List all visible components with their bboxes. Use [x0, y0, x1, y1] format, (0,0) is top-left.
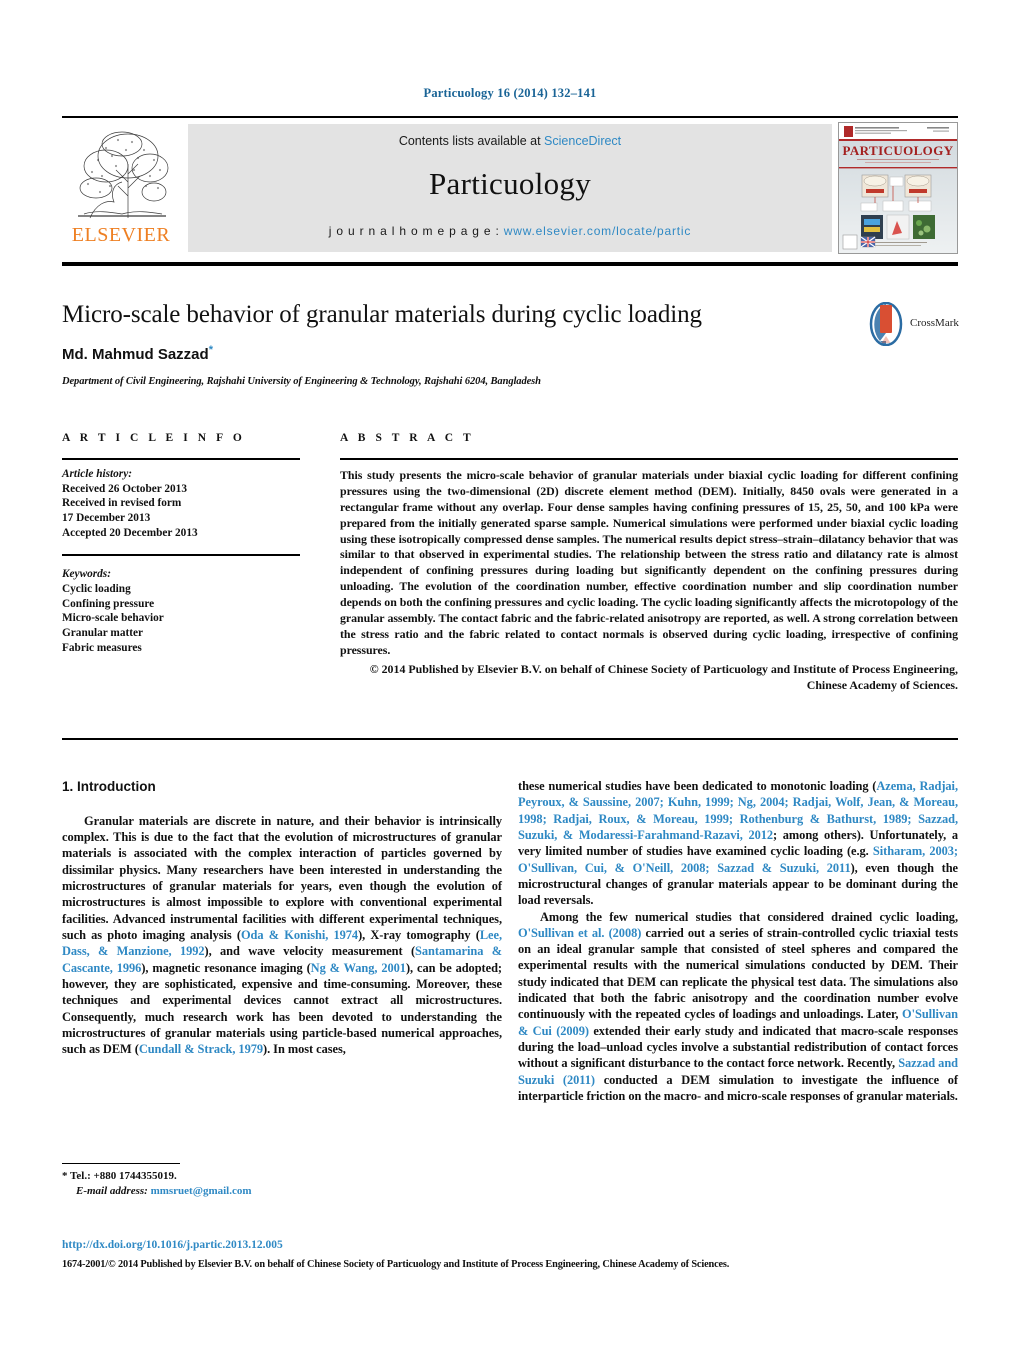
- homepage-url-link[interactable]: www.elsevier.com/locate/partic: [504, 224, 691, 238]
- masthead-top-rule: [62, 116, 958, 118]
- masthead-center-panel: Contents lists available at ScienceDirec…: [188, 124, 832, 252]
- citation-ng-wang[interactable]: Ng & Wang, 2001: [311, 961, 406, 975]
- legal-copyright-line: 1674-2001/© 2014 Published by Elsevier B…: [62, 1259, 730, 1270]
- doi-link[interactable]: http://dx.doi.org/10.1016/j.partic.2013.…: [62, 1239, 283, 1251]
- sciencedirect-link[interactable]: ScienceDirect: [544, 134, 621, 148]
- elsevier-logo: ELSEVIER: [62, 124, 180, 252]
- contents-prefix: Contents lists available at: [398, 134, 545, 148]
- body-column-right: these numerical studies have been dedica…: [518, 778, 958, 1104]
- citation-oda-konishi[interactable]: Oda & Konishi, 1974: [241, 928, 358, 942]
- keywords-block: Keywords: Cyclic loading Confining press…: [62, 567, 300, 655]
- abstract-column: A B S T R A C T This study presents the …: [340, 432, 958, 693]
- footnote-tel: * Tel.: +880 1744355019.: [62, 1170, 177, 1182]
- intro-right-text-a: these numerical studies have been dedica…: [518, 779, 877, 793]
- keyword-item: Micro-scale behavior: [62, 612, 164, 625]
- elsevier-tree-icon: [66, 126, 174, 222]
- footnote-email-label: E-mail address:: [76, 1184, 148, 1197]
- contents-available-line: Contents lists available at ScienceDirec…: [188, 134, 832, 148]
- homepage-prefix: j o u r n a l h o m e p a g e :: [328, 224, 504, 238]
- intro-text-f: ). In most cases,: [263, 1042, 346, 1057]
- abstract-heading: A B S T R A C T: [340, 432, 475, 444]
- article-history-line: 17 December 2013: [62, 512, 151, 525]
- affiliation: Department of Civil Engineering, Rajshah…: [62, 376, 541, 387]
- article-history: Article history: Received 26 October 201…: [62, 467, 300, 540]
- author-name: Md. Mahmud Sazzad*: [62, 344, 958, 363]
- crossmark-icon[interactable]: [866, 301, 906, 347]
- paragraph-intro-right-1: these numerical studies have been dedica…: [518, 778, 958, 909]
- crossmark-label: CrossMark: [910, 317, 959, 329]
- running-head: Particuology 16 (2014) 132–141: [423, 86, 597, 100]
- article-history-label: Article history:: [62, 468, 132, 480]
- footnote-email-row: E-mail address: mmsruet@gmail.com: [62, 1184, 502, 1199]
- keywords-label: Keywords:: [62, 568, 111, 581]
- citation-cundall-strack[interactable]: Cundall & Strack, 1979: [139, 1042, 263, 1056]
- keyword-item: Granular matter: [62, 627, 144, 640]
- article-info-column: A R T I C L E I N F O Article history: R…: [62, 432, 300, 655]
- footnote-block: * Tel.: +880 1744355019. E-mail address:…: [62, 1163, 502, 1199]
- author-label: Md. Mahmud Sazzad: [62, 346, 209, 363]
- article-history-line: Received 26 October 2013: [62, 482, 187, 495]
- intro-right2-text-b: carried out a series of strain-controlle…: [518, 925, 958, 1022]
- elsevier-wordmark: ELSEVIER: [71, 224, 171, 246]
- abstract-bottom-rule: [62, 738, 958, 740]
- title-block: Micro-scale behavior of granular materia…: [62, 300, 959, 387]
- intro-text-d: ), magnetic resonance imaging (: [141, 960, 311, 975]
- journal-name: Particuology: [428, 166, 592, 201]
- keyword-item: Fabric measures: [62, 641, 142, 654]
- article-info-heading: A R T I C L E I N F O: [62, 432, 246, 444]
- crossmark-badge[interactable]: CrossMark: [866, 301, 959, 347]
- abstract-rule: [340, 458, 958, 460]
- keyword-item: Confining pressure: [62, 597, 155, 610]
- body-column-left: 1. Introduction Granular materials are d…: [62, 778, 502, 1057]
- intro-text-b: ), X-ray tomography (: [358, 927, 480, 942]
- paper-page: Particuology 16 (2014) 132–141 ELSEVIER …: [0, 0, 1020, 1351]
- journal-homepage-line: j o u r n a l h o m e p a g e : www.else…: [188, 224, 832, 238]
- paragraph-intro-left: Granular materials are discrete in natur…: [62, 813, 502, 1058]
- svg-text:PARTICUOLOGY: PARTICUOLOGY: [843, 143, 954, 158]
- intro-text-a: Granular materials are discrete in natur…: [62, 813, 502, 942]
- keyword-item: Cyclic loading: [62, 583, 131, 596]
- abstract-text: This study presents the micro-scale beha…: [340, 468, 958, 657]
- journal-cover-thumbnail: PARTICUOLOGY: [838, 122, 958, 254]
- abstract-copyright: © 2014 Published by Elsevier B.V. on beh…: [369, 661, 958, 692]
- footnote-rule: [62, 1163, 180, 1164]
- page-title: Micro-scale behavior of granular materia…: [62, 301, 702, 328]
- citation-osullivan-2008[interactable]: O'Sullivan et al. (2008): [518, 926, 641, 940]
- intro-right2-text-a: Among the few numerical studies that con…: [540, 909, 958, 924]
- section-heading-introduction: 1. Introduction: [62, 779, 156, 794]
- masthead-bottom-rule: [62, 262, 958, 266]
- keywords-rule: [62, 554, 300, 557]
- intro-text-c: ), and wave velocity measurement (: [204, 944, 416, 959]
- paragraph-intro-right-2: Among the few numerical studies that con…: [518, 909, 958, 1105]
- footnote-email-link[interactable]: mmsruet@gmail.com: [151, 1185, 252, 1197]
- journal-masthead: ELSEVIER Contents lists available at Sci…: [62, 116, 958, 266]
- corresponding-author-marker: *: [208, 344, 213, 356]
- article-info-rule: [62, 458, 300, 460]
- article-history-line: Accepted 20 December 2013: [62, 526, 198, 539]
- article-history-line: Received in revised form: [62, 497, 182, 510]
